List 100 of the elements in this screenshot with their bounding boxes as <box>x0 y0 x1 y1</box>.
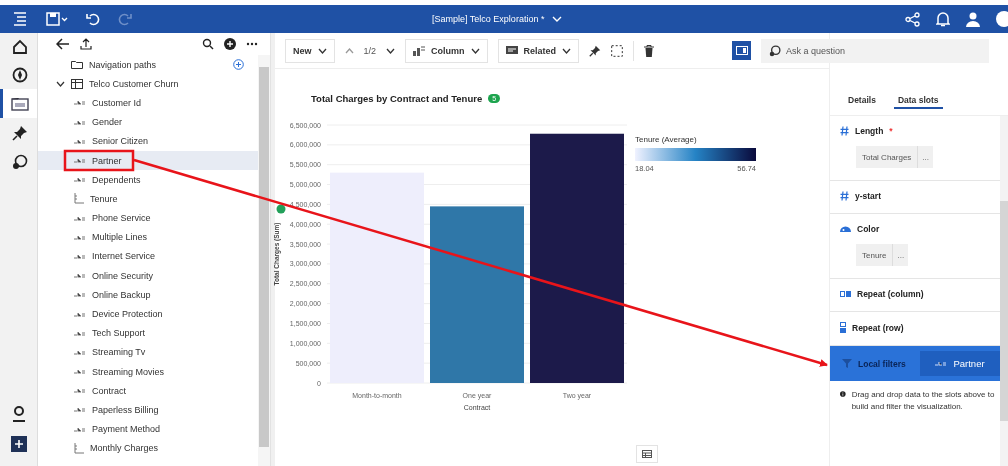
tree-item[interactable]: Internet Service <box>38 246 258 267</box>
new-button[interactable]: New <box>285 38 335 63</box>
user-icon[interactable] <box>966 11 980 27</box>
menu-icon[interactable] <box>12 12 28 26</box>
panel-tab[interactable]: Details <box>844 95 880 109</box>
select-icon[interactable] <box>611 44 624 57</box>
drop-target-dot <box>276 204 286 214</box>
columns-icon <box>840 291 851 297</box>
folder-icon <box>71 60 83 70</box>
text-type-icon <box>74 330 86 336</box>
ruler-icon <box>74 442 84 454</box>
text-type-icon <box>935 361 948 366</box>
help-icon[interactable] <box>996 11 1008 27</box>
text-type-icon <box>74 273 86 279</box>
page-indicator: 1/2 <box>363 45 377 56</box>
tree-item[interactable]: Tenure <box>38 189 258 209</box>
data-icon <box>11 96 29 111</box>
text-type-icon <box>74 119 86 125</box>
text-type-icon <box>74 177 86 183</box>
tree-item[interactable]: Tech Support <box>38 323 258 343</box>
filter-chip[interactable]: Partner <box>920 351 1000 376</box>
scrollbar[interactable] <box>1000 116 1008 466</box>
chip-menu-button[interactable]: ... <box>892 244 909 266</box>
tree-item[interactable]: Gender <box>38 112 258 132</box>
palette-icon <box>840 225 851 233</box>
slot-label: Length <box>855 126 884 136</box>
column-chart-icon <box>413 45 426 56</box>
tree-item[interactable]: Multiple Lines <box>38 227 258 247</box>
trash-icon[interactable] <box>644 44 655 57</box>
text-type-icon <box>74 158 86 164</box>
pin-icon[interactable] <box>589 44 602 57</box>
dashboard-title[interactable]: [Sample] Telco Exploration * <box>432 14 563 24</box>
tree-item[interactable]: Senior Citizen <box>38 131 258 151</box>
hash-icon <box>840 126 849 136</box>
tree-item[interactable]: Dependents <box>38 170 258 190</box>
share-icon[interactable] <box>905 11 920 27</box>
tree-item[interactable]: Paperless Billing <box>38 400 258 420</box>
caret-icon <box>552 15 563 23</box>
tree-item[interactable]: Navigation paths <box>38 55 258 75</box>
info-icon <box>840 389 846 399</box>
filter-icon <box>842 359 852 368</box>
tree-item[interactable]: Contract <box>38 381 258 401</box>
chevron-down-icon[interactable] <box>386 47 396 54</box>
compass-icon <box>12 66 28 83</box>
legend-title: Tenure (Average) <box>635 135 697 144</box>
undo-icon[interactable] <box>86 12 100 26</box>
tree-item[interactable]: Telco Customer Churn <box>38 74 258 94</box>
text-type-icon <box>74 138 86 144</box>
rows-icon <box>840 322 846 333</box>
scrollbar[interactable] <box>258 55 270 466</box>
save-icon[interactable] <box>46 12 68 26</box>
bell-icon[interactable] <box>936 11 950 27</box>
panel-toggle-button[interactable] <box>732 41 751 60</box>
text-type-icon <box>74 369 86 375</box>
tree-item[interactable]: Payment Method <box>38 419 258 439</box>
slot-chip[interactable]: Tenure <box>856 244 893 266</box>
visualization-button[interactable]: Column <box>405 38 488 63</box>
home-icon <box>12 38 28 55</box>
add-circle-icon[interactable] <box>224 38 236 50</box>
chip-menu-button[interactable]: ... <box>917 146 934 168</box>
tree-item[interactable]: Phone Service <box>38 208 258 228</box>
related-button[interactable]: Related <box>497 38 580 63</box>
chart-title: Total Charges by Contract and Tenure <box>311 92 483 104</box>
comment-icon <box>505 45 518 56</box>
text-type-icon <box>74 253 86 259</box>
tree-item[interactable]: Monthly Charges <box>38 438 258 458</box>
text-type-icon <box>74 388 86 394</box>
chat-icon <box>769 44 781 57</box>
text-type-icon <box>74 100 86 106</box>
upload-icon[interactable] <box>80 38 92 50</box>
back-icon[interactable] <box>56 38 70 50</box>
chevron-up-icon[interactable] <box>344 47 354 54</box>
search-icon[interactable] <box>202 38 214 50</box>
ask-field[interactable]: Ask a question <box>761 38 989 63</box>
caret-icon <box>470 47 480 54</box>
rail-button[interactable] <box>0 89 37 118</box>
pin-icon <box>12 124 28 141</box>
tree-item[interactable]: Online Security <box>38 266 258 286</box>
add-icon[interactable] <box>10 436 27 452</box>
ruler-icon <box>74 193 84 205</box>
tree-item[interactable]: Customer Id <box>38 93 258 113</box>
panel-tab[interactable]: Data slots <box>893 95 943 109</box>
tree-item[interactable]: Partner <box>38 150 258 171</box>
hash-icon <box>840 191 849 201</box>
text-type-icon <box>74 349 86 355</box>
slot-chip[interactable]: Total Charges <box>856 146 918 168</box>
text-type-icon <box>74 426 86 432</box>
table-view-button[interactable] <box>636 445 658 463</box>
user-badge-icon[interactable] <box>10 406 27 422</box>
slot-label: Repeat (column) <box>857 289 924 299</box>
tree-item[interactable]: Streaming Tv <box>38 342 258 362</box>
tree-item[interactable]: Device Protection <box>38 304 258 324</box>
tree-item[interactable]: Streaming Movies <box>38 362 258 382</box>
slot-label: Repeat (row) <box>852 322 904 333</box>
tree-item[interactable]: Online Backup <box>38 285 258 305</box>
more-icon[interactable] <box>246 42 258 46</box>
slot-label: Color <box>857 224 880 234</box>
table-icon <box>71 78 83 89</box>
chevron-icon[interactable] <box>56 80 65 87</box>
text-type-icon <box>74 292 86 298</box>
